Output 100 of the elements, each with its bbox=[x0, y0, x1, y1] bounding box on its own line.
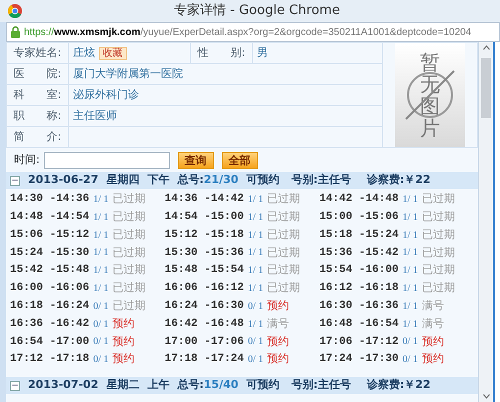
slot-count: 0/ 1 bbox=[93, 300, 108, 314]
slot-status: 已过期 bbox=[112, 244, 146, 261]
time-label: 时间: bbox=[14, 152, 40, 168]
slot-time: 15:36 -15:42 bbox=[319, 246, 399, 261]
slot-count: 1/ 1 bbox=[402, 228, 418, 243]
slot-status: 已过期 bbox=[422, 262, 455, 278]
slot-time: 15:54 -16:00 bbox=[319, 263, 399, 278]
slot-status: 已过期 bbox=[267, 209, 300, 226]
period: 下午 bbox=[147, 172, 170, 188]
slot-time: 15:06 -15:12 bbox=[10, 228, 90, 243]
slot-time: 16:24 -16:30 bbox=[164, 299, 244, 314]
slot-time: 16:30 -16:36 bbox=[319, 299, 399, 314]
slot-status: 已过期 bbox=[267, 191, 300, 208]
slot-time: 15:48 -15:54 bbox=[164, 263, 244, 278]
book-link[interactable]: 预约 bbox=[267, 334, 290, 350]
field-label: 性 别: bbox=[190, 42, 252, 64]
lock-icon bbox=[11, 26, 20, 38]
book-link[interactable]: 预约 bbox=[112, 334, 134, 350]
slot-count: 1/ 1 bbox=[93, 193, 108, 207]
slot-count: 0/ 1 bbox=[248, 353, 264, 368]
slot-count: 1/ 1 bbox=[402, 246, 418, 260]
slot-time: 16:00 -16:06 bbox=[10, 281, 90, 296]
book-link[interactable]: 预约 bbox=[422, 351, 444, 368]
doctor-type: 号别:主任号 bbox=[291, 377, 351, 394]
time-field[interactable] bbox=[44, 152, 170, 168]
scroll-up-icon[interactable] bbox=[482, 45, 490, 50]
slot-count: 1/ 1 bbox=[402, 300, 418, 314]
slot-status: 已过期 bbox=[422, 209, 455, 226]
slot-status: 已过期 bbox=[112, 298, 146, 314]
field-value: 泌尿外科门诊 bbox=[73, 88, 139, 101]
slot-time: 16:36 -16:42 bbox=[10, 316, 90, 332]
slot-count: 1/ 1 bbox=[248, 228, 264, 243]
session-date: 2013-06-27 bbox=[28, 172, 98, 188]
slot-time: 15:12 -15:18 bbox=[164, 228, 244, 243]
scroll-down-icon[interactable] bbox=[482, 394, 490, 399]
slot-time: 14:54 -15:00 bbox=[164, 210, 244, 226]
slot-count: 1/ 1 bbox=[248, 193, 264, 207]
field-value: 主任医师 bbox=[73, 108, 117, 122]
book-link[interactable]: 预约 bbox=[112, 316, 134, 332]
slot-count: 1/ 1 bbox=[402, 193, 418, 207]
slot-count: 1/ 1 bbox=[93, 210, 108, 225]
slot-status: 满号 bbox=[422, 316, 444, 332]
chrome-logo-icon bbox=[8, 4, 22, 18]
total-count: 总号:21/30 bbox=[177, 172, 238, 188]
slot-count: 1/ 1 bbox=[248, 318, 264, 332]
slot-count: 1/ 1 bbox=[93, 228, 108, 243]
collapse-icon[interactable]: − bbox=[10, 176, 20, 186]
fee: 诊察费:￥22 bbox=[366, 377, 431, 394]
slot-time: 16:12 -16:18 bbox=[319, 281, 399, 296]
slot-status: 已过期 bbox=[112, 191, 146, 208]
field-value: 厦门大学附属第一医院 bbox=[73, 66, 183, 80]
slot-time: 15:30 -15:36 bbox=[164, 246, 244, 261]
slot-count: 0/ 1 bbox=[93, 318, 108, 332]
slot-status: 已过期 bbox=[422, 226, 455, 243]
slot-status: 已过期 bbox=[267, 280, 300, 296]
slot-time: 16:48 -16:54 bbox=[319, 316, 399, 332]
slot-time: 15:00 -15:06 bbox=[319, 210, 399, 226]
slot-count: 1/ 1 bbox=[248, 246, 264, 260]
field-label: 简 介: bbox=[6, 126, 68, 148]
slot-count: 1/ 1 bbox=[248, 282, 264, 296]
slot-count: 0/ 1 bbox=[93, 335, 108, 350]
slot-count: 0/ 1 bbox=[248, 300, 264, 314]
period: 上午 bbox=[147, 377, 170, 394]
slot-status: 已过期 bbox=[422, 191, 455, 208]
slot-count: 1/ 1 bbox=[402, 318, 418, 332]
slot-status: 已过期 bbox=[422, 244, 455, 261]
query-button[interactable]: 全部 bbox=[222, 152, 258, 168]
scrollbar-thumb[interactable] bbox=[481, 58, 491, 118]
query-button[interactable]: 查询 bbox=[178, 152, 214, 168]
slot-time: 17:00 -17:06 bbox=[164, 334, 244, 350]
field-value: 男 bbox=[257, 46, 268, 59]
slot-time: 14:36 -14:42 bbox=[164, 192, 244, 208]
slot-time: 14:30 -14:36 bbox=[10, 192, 90, 208]
slot-status: 已过期 bbox=[112, 226, 146, 243]
slot-count: 0/ 1 bbox=[248, 335, 264, 350]
session-date: 2013-07-02 bbox=[28, 377, 98, 394]
slot-status: 已过期 bbox=[112, 209, 146, 226]
slot-time: 17:18 -17:24 bbox=[164, 352, 244, 368]
slot-status: 已过期 bbox=[112, 280, 146, 296]
slot-count: 1/ 1 bbox=[402, 282, 418, 296]
slot-count: 1/ 1 bbox=[248, 264, 264, 278]
slot-time: 16:42 -16:48 bbox=[164, 316, 244, 332]
slot-status: 已过期 bbox=[267, 226, 300, 243]
slot-status: 满号 bbox=[422, 298, 444, 314]
book-link[interactable]: 预约 bbox=[112, 351, 134, 368]
book-link[interactable]: 预约 bbox=[267, 351, 290, 368]
collapse-icon[interactable]: − bbox=[10, 380, 20, 390]
favorite-button[interactable]: 收藏 bbox=[98, 46, 126, 60]
slot-count: 0/ 1 bbox=[93, 353, 108, 368]
field-label: 科 室: bbox=[6, 84, 68, 106]
slot-count: 1/ 1 bbox=[93, 246, 108, 260]
total-count: 总号:15/40 bbox=[177, 377, 238, 394]
fee: 诊察费:￥22 bbox=[366, 172, 431, 188]
field-label: 医 院: bbox=[6, 64, 68, 84]
weekday: 星期四 bbox=[106, 172, 140, 188]
expert-name: 庄炫 bbox=[73, 46, 95, 59]
book-link[interactable]: 预约 bbox=[267, 298, 290, 315]
slot-time: 14:48 -14:54 bbox=[10, 210, 90, 226]
book-link[interactable]: 预约 bbox=[422, 334, 444, 350]
slot-time: 17:06 -17:12 bbox=[319, 334, 399, 350]
